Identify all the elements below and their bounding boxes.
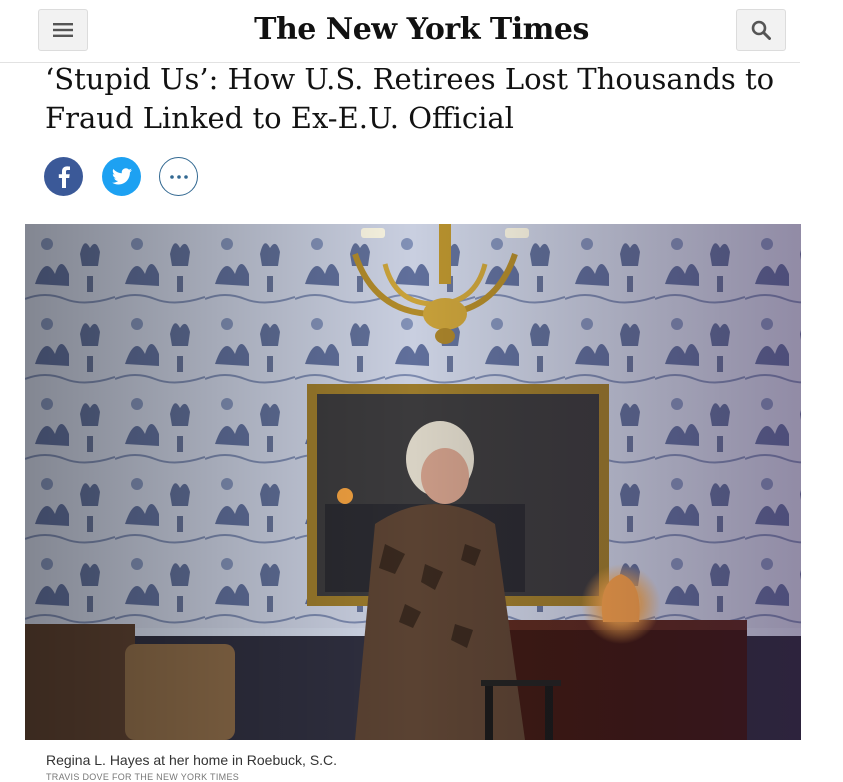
twitter-icon <box>111 168 132 185</box>
photo-caption: Regina L. Hayes at her home in Roebuck, … <box>46 752 338 768</box>
search-icon <box>751 20 771 40</box>
search-button[interactable] <box>736 9 786 51</box>
share-twitter-button[interactable] <box>102 157 141 196</box>
more-options-icon <box>169 174 188 179</box>
facebook-icon <box>58 165 70 188</box>
article-headline: ‘Stupid Us’: How U.S. Retirees Lost Thou… <box>45 62 775 135</box>
article-photo <box>25 224 801 740</box>
nyt-logo[interactable]: The New York Times <box>0 12 843 47</box>
photo-credit: TRAVIS DOVE FOR THE NEW YORK TIMES <box>46 772 240 782</box>
share-facebook-button[interactable] <box>44 157 83 196</box>
share-more-button[interactable] <box>159 157 198 196</box>
site-header: The New York Times <box>0 0 800 63</box>
photo-illustration <box>25 224 801 740</box>
